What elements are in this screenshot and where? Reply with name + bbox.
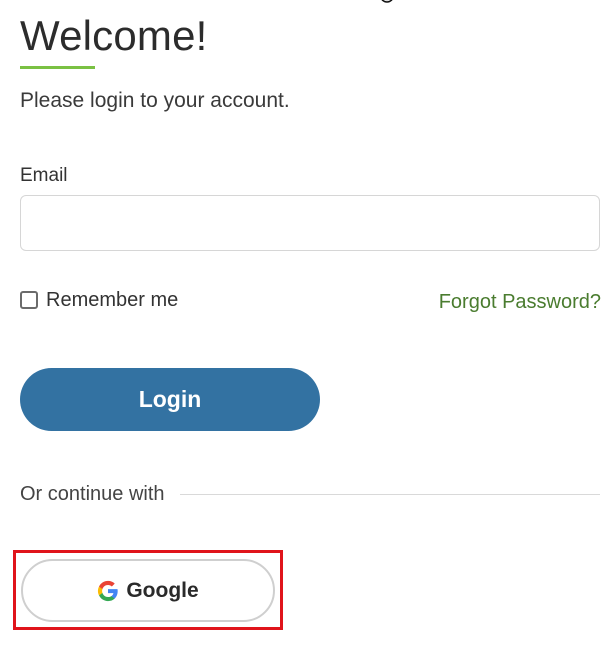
google-button-label: Google (126, 578, 199, 602)
globe-icon[interactable] (374, 0, 400, 4)
page-title: Welcome! (20, 12, 208, 59)
remember-me-label: Remember me (46, 289, 179, 311)
divider-line (179, 493, 600, 495)
page-subtitle: Please login to your account. (20, 89, 290, 112)
title-underline (20, 66, 95, 69)
email-label: Email (20, 165, 68, 186)
google-login-button[interactable]: Google (21, 559, 275, 622)
google-g-icon (98, 580, 118, 601)
forgot-password-link[interactable]: Forgot Password? (439, 290, 601, 314)
or-continue-divider: Or continue with (20, 482, 600, 506)
divider-text: Or continue with (20, 483, 165, 505)
email-field[interactable] (20, 195, 600, 251)
checkbox-box[interactable] (20, 291, 38, 309)
remember-me-checkbox[interactable]: Remember me (20, 288, 178, 312)
login-button[interactable]: Login (20, 368, 320, 431)
login-page: Welcome! Please login to your account. E… (0, 0, 607, 660)
